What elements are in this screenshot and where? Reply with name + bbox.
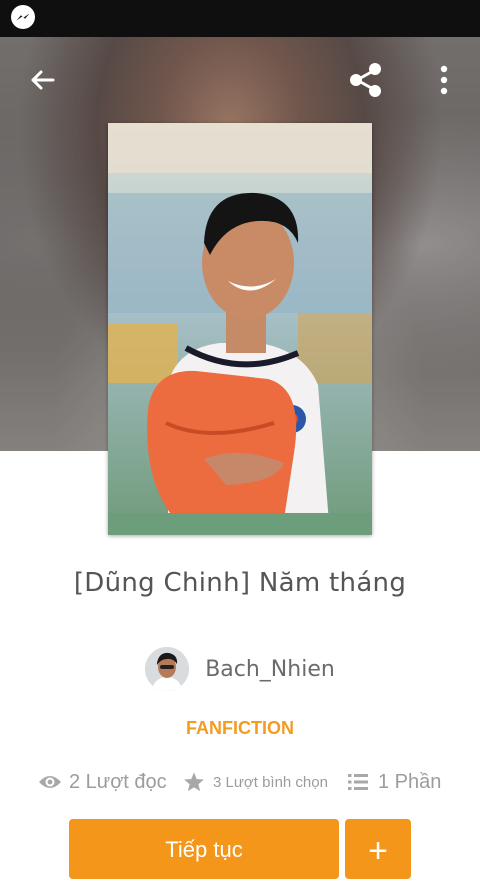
author-row[interactable]: Bach_Nhien: [0, 645, 480, 693]
avatar-photo: [145, 647, 190, 691]
cover-photo: [108, 123, 372, 535]
star-icon: [184, 772, 204, 792]
story-cover-image[interactable]: [108, 123, 372, 535]
author-avatar[interactable]: [145, 647, 190, 691]
share-button[interactable]: [346, 60, 386, 100]
eye-icon: [39, 776, 61, 788]
more-options-button[interactable]: [424, 60, 464, 100]
share-icon: [350, 63, 381, 97]
story-title: [Dũng Chinh] Năm tháng: [73, 568, 407, 598]
more-vertical-icon: [440, 65, 448, 95]
story-stats: 2 Lượt đọc 3 Lượt bình chọn 1 Phần: [0, 766, 480, 798]
continue-reading-button[interactable]: Tiếp tục: [69, 819, 339, 879]
author-name[interactable]: Bach_Nhien: [205, 657, 335, 682]
parts-count: 1 Phần: [378, 770, 442, 793]
votes-stat: 3 Lượt bình chọn: [183, 766, 328, 798]
list-icon: [348, 774, 368, 790]
reads-count: 2 Lượt đọc: [69, 770, 167, 793]
messenger-icon: [11, 5, 35, 29]
back-button[interactable]: [22, 60, 62, 100]
story-category[interactable]: FANFICTION: [0, 718, 480, 739]
parts-stat: 1 Phần: [348, 766, 441, 798]
reads-stat: 2 Lượt đọc: [38, 766, 167, 798]
votes-count: 3 Lượt bình chọn: [213, 773, 328, 791]
arrow-back-icon: [31, 70, 55, 90]
add-to-library-button[interactable]: +: [345, 819, 411, 879]
status-bar: [0, 0, 480, 37]
